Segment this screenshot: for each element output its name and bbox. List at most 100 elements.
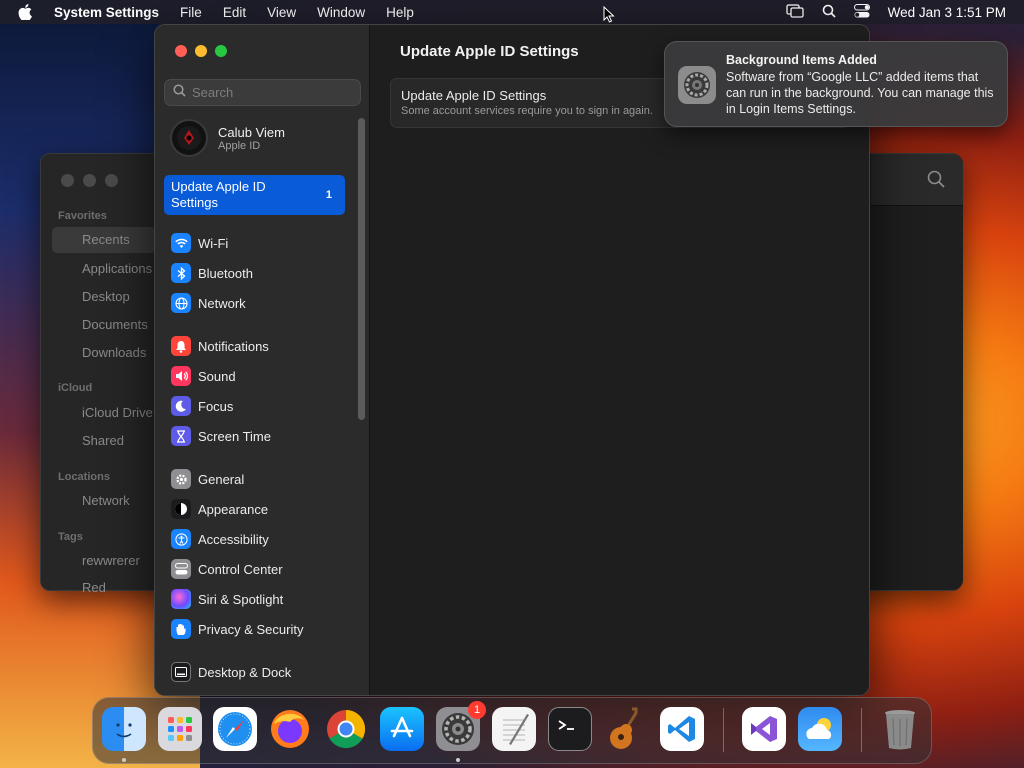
- finder-sidebar: Favorites Recents Applications Desktop D…: [41, 154, 156, 595]
- finder-section-tags: Tags: [58, 531, 83, 543]
- dock-finder[interactable]: [102, 707, 146, 751]
- finder-item-network[interactable]: Network: [82, 493, 130, 508]
- dock-firefox[interactable]: [268, 707, 312, 751]
- finder-section-locations: Locations: [58, 471, 110, 483]
- notification-banner[interactable]: Background Items Added Software from “Go…: [664, 41, 1008, 127]
- finder-item-shared[interactable]: Shared: [82, 433, 124, 448]
- sidebar-item-label: Focus: [198, 398, 234, 414]
- finder-tag-red[interactable]: Red: [82, 580, 106, 595]
- maximize-button[interactable]: [215, 45, 227, 57]
- menu-view[interactable]: View: [267, 5, 296, 20]
- traffic-lights: [175, 45, 227, 57]
- menu-help[interactable]: Help: [386, 5, 414, 20]
- control-center-icon: [171, 559, 191, 579]
- sidebar-item-notifications[interactable]: Notifications: [171, 335, 269, 357]
- sidebar-item-label: Desktop & Dock: [198, 664, 292, 680]
- sidebar-item-desktop-dock[interactable]: Desktop & Dock: [171, 661, 291, 683]
- finder-item-downloads[interactable]: Downloads: [82, 345, 146, 360]
- chrome-icon: [327, 709, 366, 749]
- sidebar-item-label: Wi-Fi: [198, 235, 229, 251]
- dock: 1: [92, 697, 932, 764]
- finder-maximize-button[interactable]: [105, 174, 118, 187]
- sidebar-item-accessibility[interactable]: Accessibility: [171, 528, 269, 550]
- finder-search-icon[interactable]: [927, 170, 945, 193]
- dock-separator: [861, 708, 862, 752]
- apple-menu-icon[interactable]: [18, 4, 40, 20]
- sidebar-item-privacy-security[interactable]: Privacy & Security: [171, 618, 303, 640]
- settings-search[interactable]: [164, 79, 362, 106]
- dock-app-store[interactable]: [380, 707, 424, 751]
- bluetooth-icon: [171, 263, 191, 283]
- dock-launchpad[interactable]: [158, 707, 202, 751]
- dock-visual-studio[interactable]: [742, 707, 786, 751]
- menu-app-name[interactable]: System Settings: [54, 5, 159, 20]
- sidebar-item-appearance[interactable]: Appearance: [171, 498, 268, 520]
- dock-weather[interactable]: [798, 707, 842, 751]
- textedit-icon: [503, 714, 529, 745]
- trash-icon: [885, 710, 915, 750]
- accessibility-icon: [171, 529, 191, 549]
- finder-toolbar: [871, 154, 963, 206]
- sidebar-item-label: Accessibility: [198, 531, 269, 547]
- dock-garageband[interactable]: [604, 707, 648, 751]
- menu-file[interactable]: File: [180, 5, 202, 20]
- dock-system-settings[interactable]: 1: [436, 701, 486, 751]
- notification-body: Software from “Google LLC” added items t…: [726, 70, 994, 116]
- spotlight-search-icon[interactable]: [822, 4, 836, 21]
- dock-trash[interactable]: [878, 707, 922, 751]
- finder-tag-rewwrerer[interactable]: rewwrerer: [82, 553, 140, 568]
- moon-icon: [171, 396, 191, 416]
- dock-terminal[interactable]: [548, 707, 592, 751]
- sidebar-item-update-apple-id[interactable]: Update Apple ID Settings 1: [164, 175, 345, 215]
- visual-studio-icon: [751, 716, 777, 742]
- control-center-icon[interactable]: [853, 3, 870, 21]
- notification-title: Background Items Added: [726, 53, 877, 67]
- dock-textedit[interactable]: [492, 707, 536, 751]
- close-button[interactable]: [175, 45, 187, 57]
- notification-badge: 1: [468, 701, 486, 719]
- hand-icon: [171, 619, 191, 639]
- bell-icon: [171, 336, 191, 356]
- dock-safari[interactable]: [213, 707, 257, 751]
- sidebar-item-control-center[interactable]: Control Center: [171, 558, 283, 580]
- account-sub: Apple ID: [218, 139, 261, 152]
- sidebar-item-focus[interactable]: Focus: [171, 395, 233, 417]
- update-item-label: Update Apple ID Settings: [171, 179, 266, 210]
- sidebar-item-screen-time[interactable]: Screen Time: [171, 425, 271, 447]
- apple-id-account[interactable]: Calub Viem Apple ID: [170, 119, 285, 157]
- menu-edit[interactable]: Edit: [223, 5, 246, 20]
- sidebar-item-sound[interactable]: Sound: [171, 365, 236, 387]
- finder-close-button[interactable]: [61, 174, 74, 187]
- menu-clock[interactable]: Wed Jan 3 1:51 PM: [888, 5, 1006, 20]
- finder-item-recents[interactable]: Recents: [52, 227, 156, 253]
- search-input[interactable]: [192, 85, 362, 100]
- dock-chrome[interactable]: [324, 707, 368, 751]
- dock-separator: [723, 708, 724, 752]
- finder-item-applications[interactable]: Applications: [82, 261, 152, 276]
- sidebar-scrollbar[interactable]: [358, 118, 365, 420]
- siri-icon: [171, 589, 191, 609]
- launchpad-grid-icon: [168, 717, 192, 741]
- wifi-icon: [171, 233, 191, 253]
- sidebar-item-wifi[interactable]: Wi-Fi: [171, 232, 228, 254]
- finder-item-icloud-drive[interactable]: iCloud Drive: [82, 405, 153, 420]
- sidebar-item-label: Network: [198, 295, 246, 311]
- menu-bar: System Settings File Edit View Window He…: [0, 0, 1024, 24]
- sidebar-item-label: Bluetooth: [198, 265, 253, 281]
- menu-window[interactable]: Window: [317, 5, 365, 20]
- sidebar-item-siri-spotlight[interactable]: Siri & Spotlight: [171, 588, 283, 610]
- avatar: [170, 119, 208, 157]
- firefox-icon: [271, 710, 309, 748]
- finder-item-desktop[interactable]: Desktop: [82, 289, 130, 304]
- finder-face-icon: [116, 723, 132, 738]
- minimize-button[interactable]: [195, 45, 207, 57]
- sidebar-item-network[interactable]: Network: [171, 292, 246, 314]
- settings-sidebar: Calub Viem Apple ID Update Apple ID Sett…: [155, 25, 370, 695]
- finder-item-documents[interactable]: Documents: [82, 317, 148, 332]
- finder-minimize-button[interactable]: [83, 174, 96, 187]
- sidebar-item-general[interactable]: General: [171, 468, 244, 490]
- finder-content: [871, 154, 963, 590]
- dock-vscode[interactable]: [660, 707, 704, 751]
- screen-mirroring-icon[interactable]: [786, 3, 804, 21]
- sidebar-item-bluetooth[interactable]: Bluetooth: [171, 262, 253, 284]
